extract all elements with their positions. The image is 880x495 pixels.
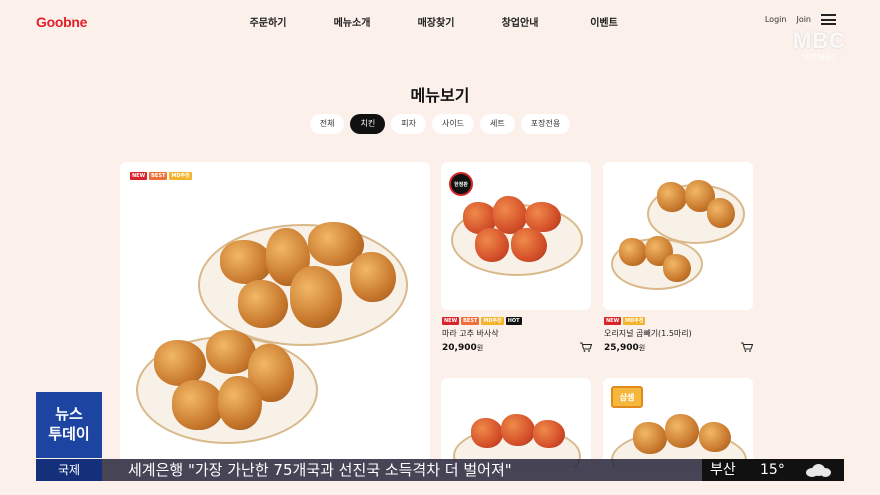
weather-panel: 부산 15° <box>702 459 844 481</box>
product-card[interactable] <box>603 162 753 310</box>
chicken-piece <box>501 414 535 446</box>
broadcaster-logo: MBC 대전MBC <box>793 28 846 63</box>
product-badges: NEW MD추천 <box>604 317 646 325</box>
product-card[interactable] <box>441 378 591 468</box>
chicken-piece <box>633 422 667 454</box>
tab-pizza[interactable]: 피자 <box>391 114 426 134</box>
badge-md: MD추천 <box>169 172 192 180</box>
cart-icon[interactable] <box>580 342 592 352</box>
badge-best: BEST <box>461 317 480 325</box>
category-tabs: 전체 치킨 피자 사이드 세트 포장전용 <box>0 114 880 134</box>
price-value: 25,900 <box>604 343 639 353</box>
goobne-logo[interactable]: Goobne <box>36 14 87 30</box>
chicken-piece <box>218 376 262 430</box>
product-name[interactable]: 마라 고추 바사삭 <box>442 328 499 339</box>
chicken-piece <box>350 252 396 302</box>
product-tag: 샵셈 <box>611 386 643 408</box>
account-links: Login Join <box>765 14 836 25</box>
nav-store-finder[interactable]: 매장찾기 <box>394 14 478 29</box>
nav-menu[interactable]: 메뉴소개 <box>310 14 394 29</box>
product-info: 오리지널 곱빼기(1.5마리) 25,900원 <box>604 328 692 353</box>
hamburger-menu-icon[interactable] <box>821 14 836 25</box>
featured-product-card[interactable]: NEW BEST MD추천 <box>120 162 430 462</box>
price-unit: 원 <box>476 344 484 352</box>
price-value: 20,900 <box>442 343 477 353</box>
tab-takeout[interactable]: 포장전용 <box>520 114 571 134</box>
chicken-piece <box>665 414 699 448</box>
badge-md: MD추천 <box>623 317 646 325</box>
tab-set[interactable]: 세트 <box>480 114 515 134</box>
product-card[interactable]: 샵셈 <box>603 378 753 468</box>
badge-hot: HOT <box>505 317 522 325</box>
news-headline: 세계은행 "가장 가난한 75개국과 선진국 소득격차 더 벌어져" <box>102 459 702 481</box>
price-unit: 원 <box>638 344 646 352</box>
nav-order[interactable]: 주문하기 <box>226 14 310 29</box>
product-card[interactable]: 한정판 <box>441 162 591 310</box>
chicken-piece <box>238 280 288 328</box>
chicken-piece <box>619 238 647 266</box>
badge-new: NEW <box>442 317 460 325</box>
chicken-piece <box>220 240 272 284</box>
weather-temperature: 15° <box>760 462 785 478</box>
chicken-piece <box>475 228 509 262</box>
product-price: 25,900원 <box>604 343 692 353</box>
cart-icon[interactable] <box>741 342 753 352</box>
limited-edition-tag: 한정판 <box>449 172 473 196</box>
badge-new: NEW <box>604 317 622 325</box>
badge-best: BEST <box>149 172 168 180</box>
nav-franchise[interactable]: 창업안내 <box>478 14 562 29</box>
news-program-logo: 뉴스 투데이 <box>36 392 102 458</box>
chicken-piece <box>511 228 547 262</box>
join-link[interactable]: Join <box>796 15 811 24</box>
chicken-piece <box>663 254 691 282</box>
main-nav: 주문하기 메뉴소개 매장찾기 창업안내 이벤트 <box>226 14 646 29</box>
weather-city: 부산 <box>710 462 736 478</box>
mbc-logo: MBC <box>792 28 846 53</box>
tab-chicken[interactable]: 치킨 <box>350 114 386 134</box>
login-link[interactable]: Login <box>765 15 787 24</box>
chicken-piece <box>172 380 224 430</box>
badge-md: MD추천 <box>481 317 504 325</box>
product-info: 마라 고추 바사삭 20,900원 <box>442 328 499 353</box>
chicken-piece <box>657 182 687 212</box>
chicken-piece <box>290 266 342 328</box>
tab-all[interactable]: 전체 <box>309 114 345 134</box>
featured-badges: NEW BEST MD추천 <box>130 172 192 180</box>
chicken-piece <box>707 198 735 228</box>
site-header: Goobne 주문하기 메뉴소개 매장찾기 창업안내 이벤트 Login Joi… <box>0 0 880 42</box>
program-name-line1: 뉴스 <box>55 405 83 423</box>
chicken-piece <box>471 418 503 448</box>
product-name[interactable]: 오리지널 곱빼기(1.5마리) <box>604 328 692 339</box>
chicken-piece <box>699 422 731 452</box>
tab-side[interactable]: 사이드 <box>431 114 475 134</box>
news-category: 국제 <box>36 459 102 481</box>
cloud-icon <box>804 462 832 478</box>
page-title: 메뉴보기 <box>410 86 470 105</box>
product-price: 20,900원 <box>442 343 499 353</box>
nav-event[interactable]: 이벤트 <box>562 14 646 29</box>
badge-new: NEW <box>130 172 148 180</box>
chicken-piece <box>533 420 565 448</box>
product-badges: NEW BEST MD추천 HOT <box>442 317 522 325</box>
program-name-line2: 투데이 <box>48 425 90 443</box>
